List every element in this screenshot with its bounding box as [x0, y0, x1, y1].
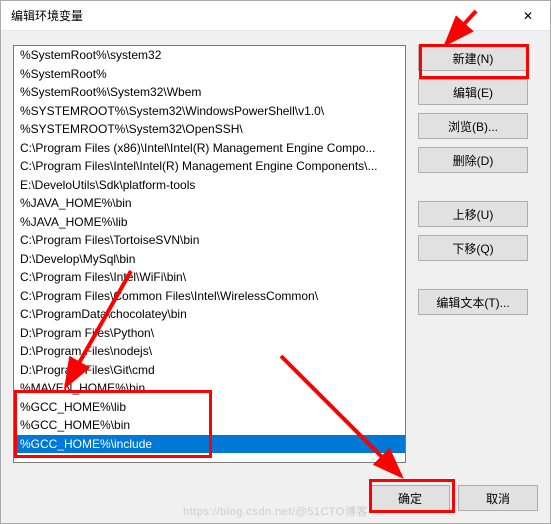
browse-button-label: 浏览(B)... [448, 118, 498, 135]
watermark-text: https://blog.csdn.net/@51CTO博客 [183, 503, 368, 519]
content-area: %SystemRoot%\system32%SystemRoot%%System… [1, 31, 550, 473]
list-item[interactable]: C:\ProgramData\chocolatey\bin [14, 305, 405, 324]
delete-button[interactable]: 删除(D) [418, 147, 528, 173]
dialog-footer: 确定 取消 [370, 485, 538, 511]
button-sidebar: 新建(N) 编辑(E) 浏览(B)... 删除(D) 上移(U) 下移(Q) 编… [418, 45, 528, 463]
list-item[interactable]: D:\Program Files\Python\ [14, 324, 405, 343]
edit-button[interactable]: 编辑(E) [418, 79, 528, 105]
delete-button-label: 删除(D) [453, 152, 494, 169]
move-down-button-label: 下移(Q) [452, 240, 493, 257]
edit-text-button-label: 编辑文本(T)... [436, 294, 509, 311]
titlebar: 编辑环境变量 ✕ [1, 1, 550, 31]
move-up-button-label: 上移(U) [453, 206, 494, 223]
new-button-label: 新建(N) [453, 50, 494, 67]
edit-button-label: 编辑(E) [453, 84, 493, 101]
cancel-button-label: 取消 [486, 490, 510, 507]
list-item[interactable]: %SystemRoot%\system32 [14, 46, 405, 65]
ok-button-label: 确定 [398, 490, 422, 507]
list-item[interactable]: %SYSTEMROOT%\System32\OpenSSH\ [14, 120, 405, 139]
list-item[interactable]: D:\Develop\MySql\bin [14, 250, 405, 269]
list-item[interactable]: %SystemRoot%\System32\Wbem [14, 83, 405, 102]
list-item[interactable]: C:\Program Files\Intel\WiFi\bin\ [14, 268, 405, 287]
move-up-button[interactable]: 上移(U) [418, 201, 528, 227]
list-item[interactable]: %GCC_HOME%\include [14, 435, 405, 454]
path-listbox[interactable]: %SystemRoot%\system32%SystemRoot%%System… [13, 45, 406, 463]
list-item[interactable]: %SystemRoot% [14, 65, 405, 84]
list-item[interactable]: D:\Program Files\Git\cmd [14, 361, 405, 380]
close-button[interactable]: ✕ [506, 1, 550, 31]
close-icon: ✕ [523, 9, 533, 23]
browse-button[interactable]: 浏览(B)... [418, 113, 528, 139]
window-title: 编辑环境变量 [11, 7, 83, 24]
list-item[interactable]: D:\Program Files\nodejs\ [14, 342, 405, 361]
cancel-button[interactable]: 取消 [458, 485, 538, 511]
list-item[interactable]: %JAVA_HOME%\bin [14, 194, 405, 213]
list-item[interactable]: E:\DeveloUtils\Sdk\platform-tools [14, 176, 405, 195]
list-item[interactable]: %GCC_HOME%\bin [14, 416, 405, 435]
list-item[interactable]: %MAVEN_HOME%\bin [14, 379, 405, 398]
list-item[interactable]: C:\Program Files (x86)\Intel\Intel(R) Ma… [14, 139, 405, 158]
move-down-button[interactable]: 下移(Q) [418, 235, 528, 261]
list-item[interactable]: %GCC_HOME%\lib [14, 398, 405, 417]
ok-button[interactable]: 确定 [370, 485, 450, 511]
list-item[interactable]: %SYSTEMROOT%\System32\WindowsPowerShell\… [14, 102, 405, 121]
list-item[interactable]: %JAVA_HOME%\lib [14, 213, 405, 232]
edit-text-button[interactable]: 编辑文本(T)... [418, 289, 528, 315]
list-item[interactable]: C:\Program Files\TortoiseSVN\bin [14, 231, 405, 250]
list-item[interactable]: C:\Program Files\Common Files\Intel\Wire… [14, 287, 405, 306]
list-item[interactable]: C:\Program Files\Intel\Intel(R) Manageme… [14, 157, 405, 176]
new-button[interactable]: 新建(N) [418, 45, 528, 71]
